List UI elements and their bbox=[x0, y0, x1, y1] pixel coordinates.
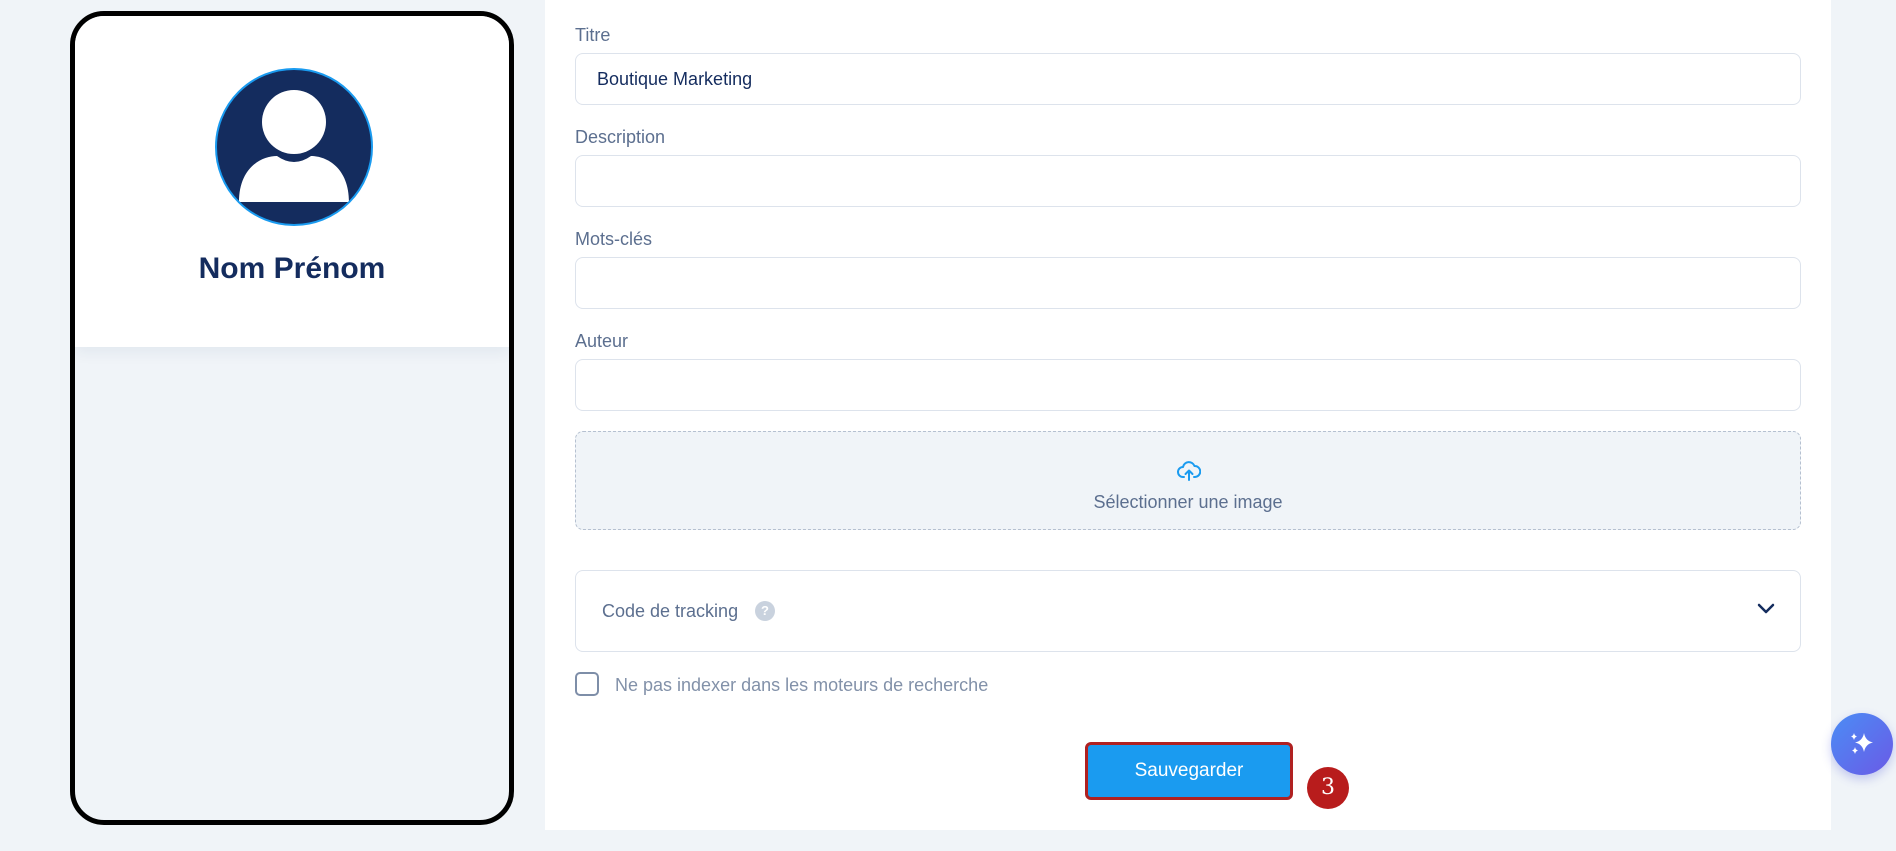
description-input[interactable] bbox=[575, 155, 1801, 207]
sparkles-icon bbox=[1851, 733, 1873, 754]
chevron-down-icon[interactable] bbox=[1756, 601, 1776, 615]
upload-label: Sélectionner une image bbox=[1093, 492, 1283, 512]
user-silhouette-icon bbox=[239, 90, 349, 202]
author-label: Auteur bbox=[575, 331, 629, 351]
profile-card: Nom Prénom bbox=[75, 16, 509, 347]
noindex-checkbox[interactable] bbox=[575, 672, 599, 696]
assistant-button[interactable] bbox=[1831, 713, 1893, 775]
step-badge: 3 bbox=[1307, 767, 1349, 809]
save-button[interactable]: Sauvegarder bbox=[1085, 742, 1293, 800]
tracking-code-accordion[interactable]: Code de tracking ? bbox=[575, 570, 1801, 652]
question-mark-icon[interactable]: ? bbox=[755, 601, 775, 621]
cloud-upload-icon bbox=[1177, 461, 1201, 481]
title-input[interactable] bbox=[575, 53, 1801, 105]
profile-name: Nom Prénom bbox=[198, 252, 386, 285]
keywords-label: Mots-clés bbox=[575, 229, 653, 249]
tracking-code-label: Code de tracking bbox=[602, 601, 739, 621]
noindex-label: Ne pas indexer dans les moteurs de reche… bbox=[615, 675, 989, 695]
image-upload-dropzone[interactable]: Sélectionner une image bbox=[575, 431, 1801, 530]
keywords-input[interactable] bbox=[575, 257, 1801, 309]
mobile-preview: Nom Prénom bbox=[70, 11, 514, 825]
description-label: Description bbox=[575, 127, 666, 147]
title-label: Titre bbox=[575, 25, 611, 45]
avatar bbox=[215, 68, 373, 226]
settings-form: Titre Description Mots-clés Auteur Sélec… bbox=[545, 0, 1831, 830]
author-input[interactable] bbox=[575, 359, 1801, 411]
